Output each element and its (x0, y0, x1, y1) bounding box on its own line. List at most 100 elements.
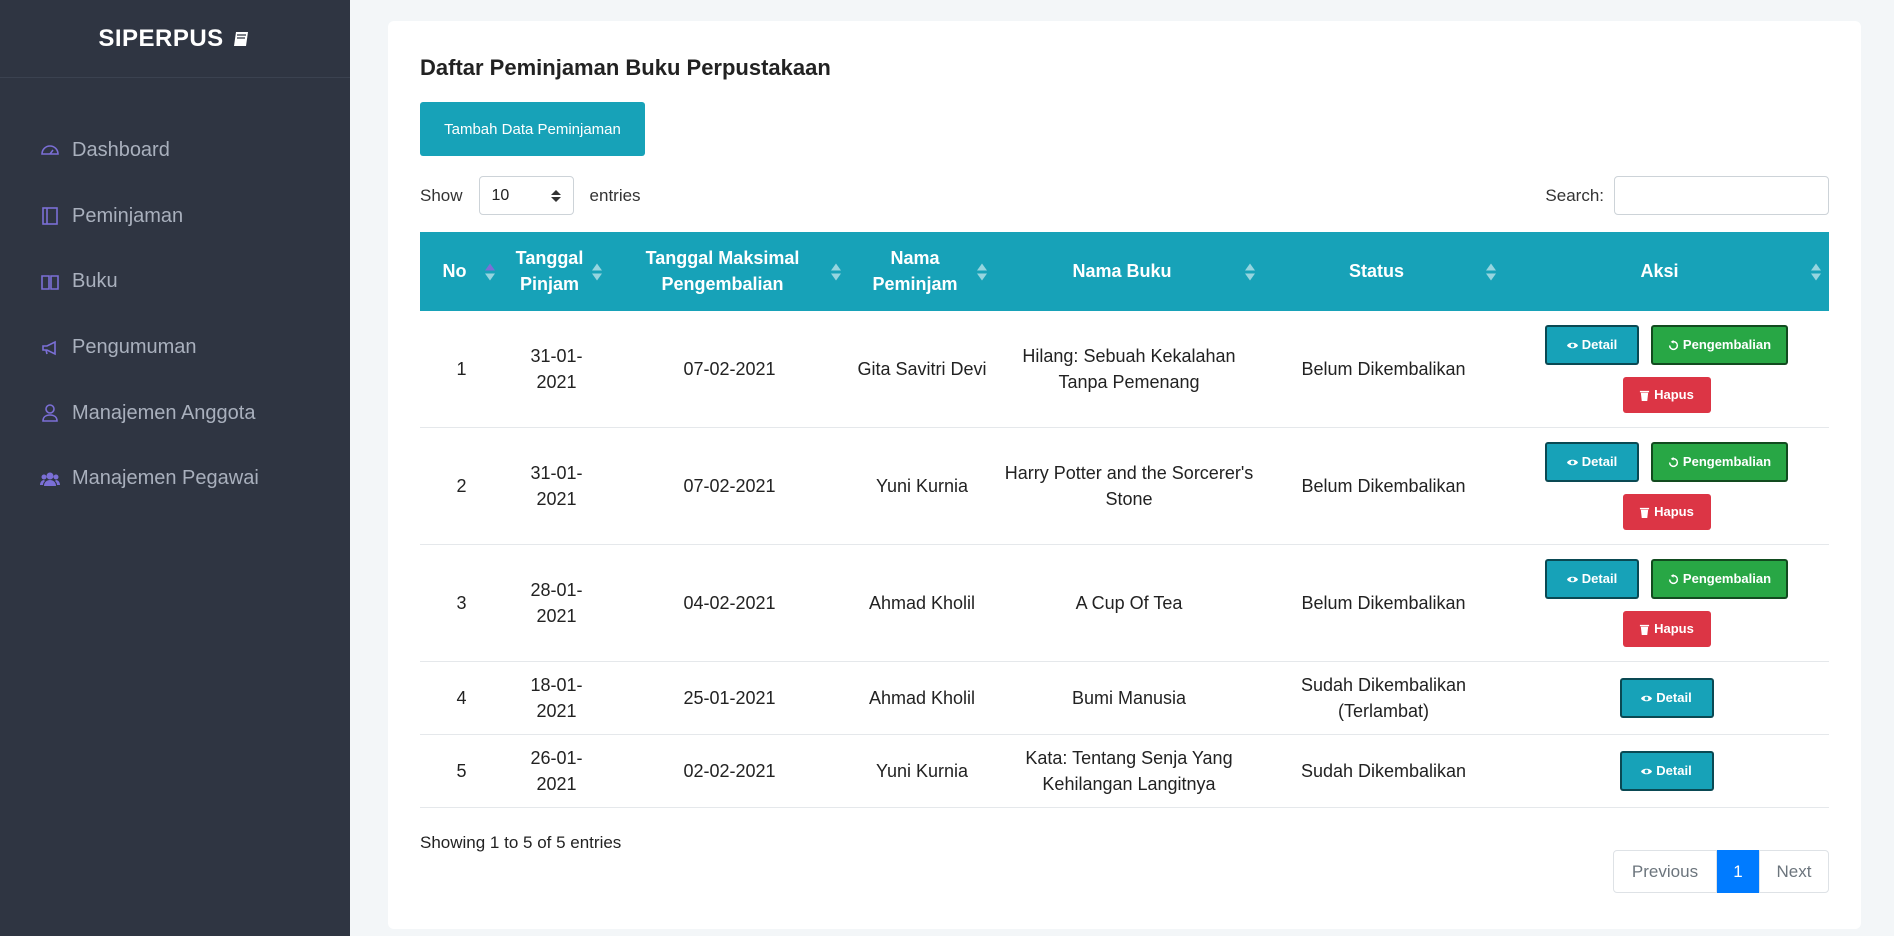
show-label: Show (420, 185, 463, 205)
cell-status: Belum Dikembalikan (1301, 592, 1466, 613)
page-title: Daftar Peminjaman Buku Perpustakaan (420, 55, 831, 80)
cell-nama-buku: A Cup Of Tea (1075, 592, 1183, 613)
sidebar-item-label: Pengumuman (72, 336, 197, 359)
delete-button[interactable]: Hapus (1622, 377, 1711, 413)
search-input[interactable] (1614, 176, 1829, 215)
delete-button[interactable]: Hapus (1622, 611, 1711, 647)
select-arrows-icon (550, 189, 561, 202)
sidebar-item-label: Manajemen Anggota (72, 401, 256, 424)
cell-tanggal-maksimal: 25-01-2021 (683, 687, 776, 708)
column-header-tanggal-maksimal[interactable]: Tanggal Maksimal Pengembalian (610, 232, 849, 311)
page-1-button[interactable]: 1 (1717, 850, 1759, 893)
eye-icon (1566, 342, 1578, 348)
cell-nama-peminjam: Ahmad Kholil (868, 687, 976, 708)
cell-nama-buku: Bumi Manusia (1071, 687, 1187, 708)
pagination: Previous 1 Next (1613, 850, 1829, 893)
delete-button[interactable]: Hapus (1622, 494, 1711, 530)
cell-status: Belum Dikembalikan (1301, 358, 1466, 379)
cell-tanggal-pinjam: 28-01-2021 (530, 579, 583, 626)
sidebar-item-label: Peminjaman (72, 204, 184, 227)
column-header-status[interactable]: Status (1263, 232, 1504, 311)
cell-no: 4 (456, 687, 467, 708)
undo-icon (1668, 339, 1679, 350)
brand-label: SIPERPUS (98, 24, 224, 52)
user-icon (40, 403, 60, 423)
trash-icon (1640, 624, 1650, 635)
eye-icon (1566, 576, 1578, 582)
main-card: Daftar Peminjaman Buku Perpustakaan Tamb… (388, 21, 1861, 929)
previous-page-button[interactable]: Previous (1613, 850, 1717, 893)
cell-nama-peminjam: Gita Savitri Devi (857, 358, 987, 379)
column-header-aksi[interactable]: Aksi (1504, 232, 1829, 311)
column-header-tanggal-pinjam[interactable]: Tanggal Pinjam (503, 232, 610, 311)
sort-icon (977, 263, 987, 280)
sort-icon (1811, 263, 1821, 280)
loans-table: No Tanggal Pinjam Tanggal Maksimal Penge… (420, 232, 1829, 808)
return-button[interactable]: Pengembalian (1651, 325, 1788, 365)
ledger-icon (40, 206, 60, 226)
cell-nama-buku: Kata: Tentang Senja Yang Kehilangan Lang… (1025, 747, 1233, 794)
sidebar-item-manajemen-anggota[interactable]: Manajemen Anggota (0, 380, 350, 446)
add-loan-button[interactable]: Tambah Data Peminjaman (420, 102, 645, 156)
users-icon (40, 469, 60, 489)
undo-icon (1668, 573, 1679, 584)
trash-icon (1640, 507, 1650, 518)
table-row: 1 31-01-2021 07-02-2021 Gita Savitri Dev… (420, 311, 1829, 428)
brand[interactable]: SIPERPUS (0, 0, 350, 78)
cell-no: 1 (456, 358, 467, 379)
eye-icon (1641, 768, 1653, 774)
dashboard-icon (40, 141, 60, 161)
column-header-nama-buku[interactable]: Nama Buku (995, 232, 1263, 311)
sidebar-item-buku[interactable]: Buku (0, 249, 350, 315)
return-button[interactable]: Pengembalian (1651, 559, 1788, 599)
cell-aksi: Detail (1504, 662, 1829, 734)
cell-tanggal-pinjam: 31-01-2021 (530, 462, 583, 509)
cell-tanggal-pinjam: 31-01-2021 (530, 345, 583, 392)
cell-no: 2 (456, 475, 467, 496)
sort-icon (592, 263, 602, 280)
cell-tanggal-maksimal: 07-02-2021 (683, 358, 776, 379)
entries-select[interactable]: 10 (478, 176, 574, 215)
sidebar-item-pengumuman[interactable]: Pengumuman (0, 315, 350, 381)
sidebar-item-label: Manajemen Pegawai (72, 467, 259, 490)
book-icon (233, 31, 248, 46)
cell-nama-peminjam: Ahmad Kholil (868, 592, 976, 613)
cell-tanggal-pinjam: 18-01-2021 (530, 674, 583, 721)
cell-nama-buku: Harry Potter and the Sorcerer's Stone (1004, 462, 1254, 509)
detail-button[interactable]: Detail (1545, 559, 1639, 599)
cell-tanggal-maksimal: 04-02-2021 (683, 592, 776, 613)
table-header: No Tanggal Pinjam Tanggal Maksimal Penge… (420, 232, 1829, 311)
sort-icon (485, 263, 495, 280)
sort-icon (1486, 263, 1496, 280)
book-open-icon (40, 272, 60, 292)
trash-icon (1640, 390, 1650, 401)
eye-icon (1566, 459, 1578, 465)
eye-icon (1641, 695, 1653, 701)
detail-button[interactable]: Detail (1545, 325, 1639, 365)
entries-label: entries (589, 185, 641, 205)
cell-nama-buku: Hilang: Sebuah Kekalahan Tanpa Pemenang (1022, 345, 1236, 392)
cell-no: 5 (456, 760, 467, 781)
column-header-no[interactable]: No (420, 232, 503, 311)
sidebar-item-label: Dashboard (72, 139, 170, 162)
table-row: 3 28-01-2021 04-02-2021 Ahmad Kholil A C… (420, 545, 1829, 662)
cell-status: Belum Dikembalikan (1301, 475, 1466, 496)
sidebar-item-manajemen-pegawai[interactable]: Manajemen Pegawai (0, 446, 350, 512)
cell-nama-peminjam: Yuni Kurnia (875, 760, 969, 781)
cell-aksi: Detail Pengembalian Hapus (1504, 545, 1829, 661)
sidebar: SIPERPUS Dashboard Peminjaman Buku Pengu… (0, 0, 350, 936)
sidebar-item-peminjaman[interactable]: Peminjaman (0, 184, 350, 250)
sort-icon (831, 263, 841, 280)
cell-aksi: Detail Pengembalian Hapus (1504, 428, 1829, 544)
detail-button[interactable]: Detail (1545, 442, 1639, 482)
detail-button[interactable]: Detail (1619, 751, 1714, 791)
column-header-nama-peminjam[interactable]: Nama Peminjam (849, 232, 995, 311)
search-label: Search: (1545, 185, 1604, 205)
detail-button[interactable]: Detail (1619, 678, 1714, 718)
next-page-button[interactable]: Next (1759, 850, 1829, 893)
sort-icon (1245, 263, 1255, 280)
cell-no: 3 (456, 592, 467, 613)
return-button[interactable]: Pengembalian (1651, 442, 1788, 482)
sidebar-item-dashboard[interactable]: Dashboard (0, 118, 350, 184)
undo-icon (1668, 456, 1679, 467)
